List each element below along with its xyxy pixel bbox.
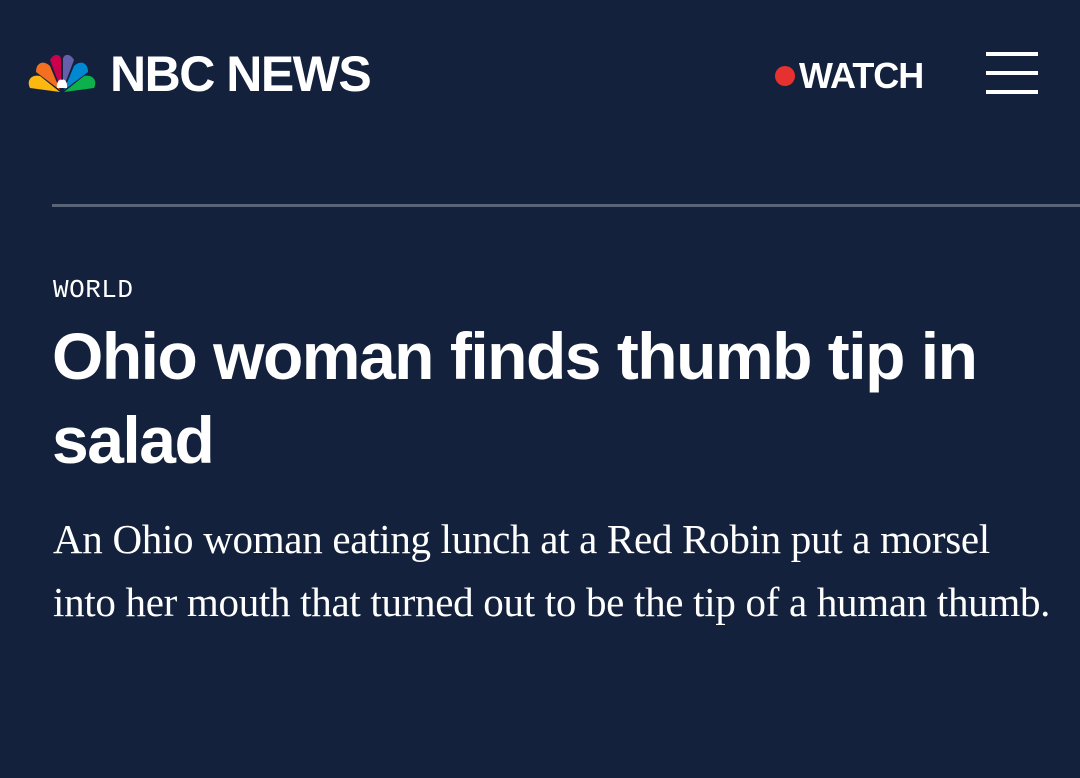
brand-name: NBC NEWS [110, 46, 372, 102]
menu-line [986, 71, 1038, 75]
peacock-icon [28, 54, 96, 92]
nbc-news-logo[interactable]: NBC NEWS [26, 46, 372, 102]
header-divider [52, 204, 1080, 207]
article-dek: An Ohio woman eating lunch at a Red Robi… [53, 516, 1051, 625]
site-header: NBC NEWS WATCH [0, 0, 1080, 150]
menu-line [986, 90, 1038, 94]
watch-label: WATCH [799, 55, 924, 96]
hamburger-menu-icon[interactable] [986, 52, 1038, 96]
article-headline: Ohio woman finds thumb tip in salad [52, 319, 978, 477]
menu-line [986, 52, 1038, 56]
live-dot-icon [775, 66, 795, 86]
section-label[interactable]: WORLD [53, 274, 134, 306]
watch-live-button[interactable]: WATCH [775, 55, 924, 96]
